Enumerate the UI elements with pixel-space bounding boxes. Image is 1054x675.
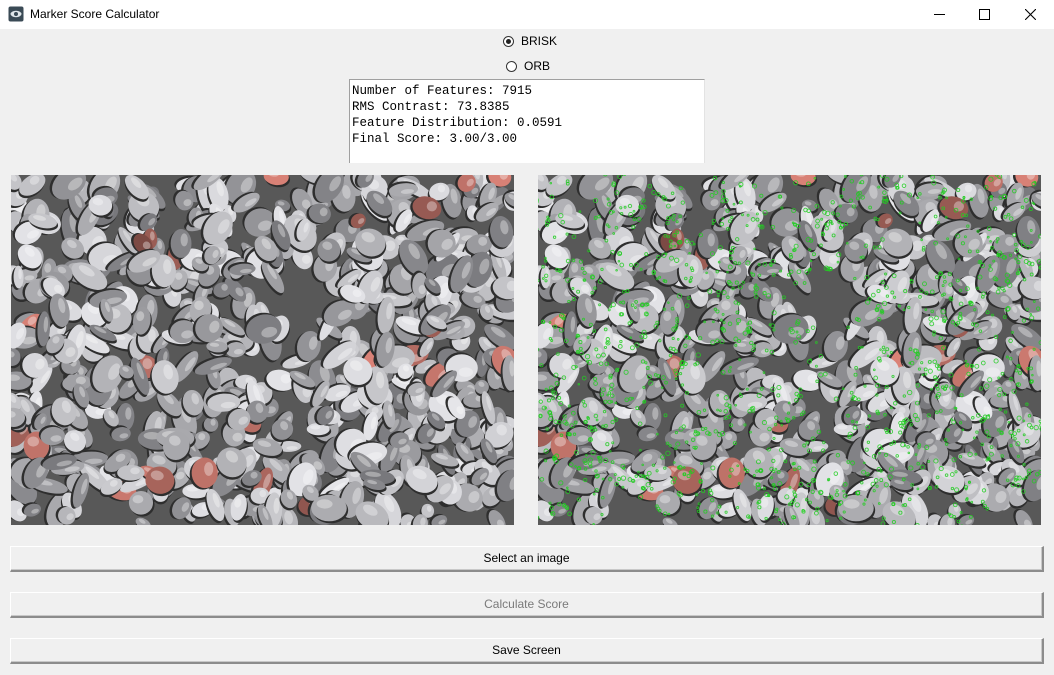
result-line-contrast: RMS Contrast: 73.8385 bbox=[352, 100, 510, 114]
maximize-icon bbox=[979, 9, 990, 20]
radio-orb[interactable]: ORB bbox=[506, 58, 550, 74]
radio-brisk-indicator[interactable] bbox=[503, 35, 514, 47]
select-image-button[interactable]: Select an image bbox=[10, 546, 1044, 572]
results-text-box[interactable]: Number of Features: 7915 RMS Contrast: 73… bbox=[349, 79, 705, 163]
close-icon bbox=[1025, 9, 1036, 20]
original-image bbox=[11, 175, 514, 525]
radio-orb-label: ORB bbox=[524, 59, 551, 73]
radio-brisk[interactable]: BRISK bbox=[503, 33, 557, 49]
camera-app-icon bbox=[8, 6, 24, 22]
maximize-button[interactable] bbox=[962, 0, 1008, 29]
title-bar: Marker Score Calculator bbox=[0, 0, 1054, 29]
result-line-score: Final Score: 3.00/3.00 bbox=[352, 132, 518, 146]
feature-image bbox=[538, 175, 1041, 525]
radio-orb-indicator[interactable] bbox=[506, 60, 517, 72]
minimize-button[interactable] bbox=[917, 0, 963, 29]
gravel-stones-photo-with-green-keypoints bbox=[538, 175, 1041, 525]
save-screen-button[interactable]: Save Screen bbox=[10, 638, 1044, 664]
gravel-stones-photo bbox=[11, 175, 514, 525]
close-button[interactable] bbox=[1008, 0, 1054, 29]
minimize-icon bbox=[934, 14, 945, 15]
radio-brisk-label: BRISK bbox=[521, 34, 558, 48]
calculate-score-button[interactable]: Calculate Score bbox=[10, 592, 1044, 618]
result-line-distribution: Feature Distribution: 0.0591 bbox=[352, 116, 563, 130]
result-line-features: Number of Features: 7915 bbox=[352, 84, 533, 98]
window-title: Marker Score Calculator bbox=[30, 7, 160, 21]
